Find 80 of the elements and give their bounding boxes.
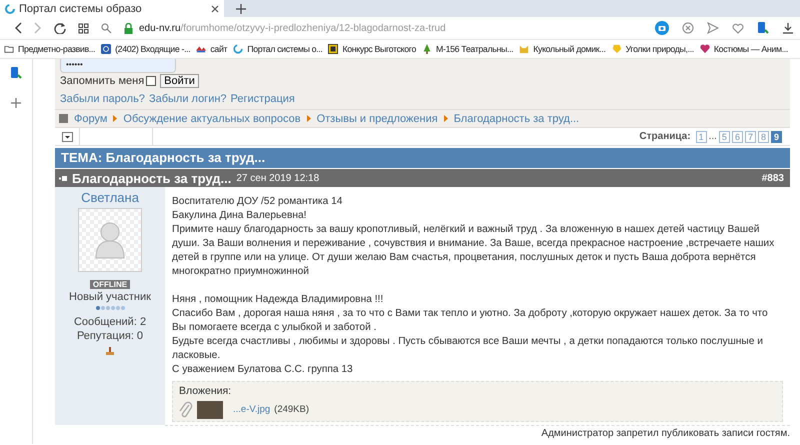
author-name[interactable]: Светлана	[81, 190, 139, 205]
close-icon[interactable]	[211, 4, 219, 12]
login-link[interactable]: Забыли пароль?	[60, 93, 145, 105]
breadcrumb-link[interactable]: Благодарность за труд...	[454, 112, 580, 124]
guest-notice: Администратор запретил публиковать записи гостям.	[165, 425, 790, 439]
remember-checkbox[interactable]	[146, 76, 156, 86]
heart-icon[interactable]	[732, 22, 744, 34]
post-number[interactable]: #883	[762, 172, 784, 184]
bookmark[interactable]: Костюмы — Аним...	[700, 44, 788, 54]
reload-icon[interactable]	[54, 22, 66, 34]
bullet-icon	[59, 176, 67, 180]
address-field[interactable]: edu-nv.ru/forumhome/otzyvy-i-predlozheniya/12-blagodarnost-za-trud	[139, 22, 643, 34]
heart-icon	[700, 44, 710, 54]
portal-icon	[233, 44, 244, 54]
post-text: Спасибо Вам , дорогая наша няня , за то что с Вами так тепло и уютно. За доброту ,которую окружает нашех деток. За то что Вы помогаете всегда с улыбкой и заботой .	[172, 307, 769, 335]
attachments-label: Вложения:	[179, 384, 232, 398]
browser-tab[interactable]: Портал системы образо	[0, 0, 224, 17]
cross-circle-icon[interactable]	[682, 22, 694, 34]
bookmark[interactable]: Портал системы о...	[233, 44, 322, 54]
password-field[interactable]: ••••••	[60, 59, 176, 73]
pagination-label: Страница:	[639, 131, 691, 142]
post-text: Примите нашу благодарность за вашу кропотливый, нелёгкий и важный труд . За вложенную в нашех детей частицу Вашей души. За Ваши волнения и переживание , сочувствия и внимание. За Ваше, всегда прекрасное настроение ,встречаете наших детей в группе или на улице. От души желаю Вам счастья, процветания, послушных деток и пусть Ваша доброта вернётся многократно приумножинной	[172, 223, 776, 279]
attachment-link[interactable]: ...e-V.jpg	[233, 403, 270, 417]
stamp-icon	[106, 347, 114, 356]
post-text: Воспитателю ДОУ /52 романтика 14	[172, 195, 344, 209]
square-icon	[59, 114, 68, 123]
camera-icon[interactable]	[655, 21, 669, 35]
arrow-icon	[306, 115, 311, 122]
post-date: 27 сен 2019 12:18	[236, 172, 320, 184]
bookmark[interactable]: (2402) Входящие -...	[101, 44, 190, 54]
bookmark[interactable]: сайт	[196, 44, 228, 54]
page-link[interactable]: 7	[744, 130, 756, 142]
login-link[interactable]: Забыли логин?	[148, 93, 227, 105]
bookmark[interactable]: М-156 Театральны...	[422, 44, 514, 54]
paperclip-icon	[179, 401, 193, 419]
post-text: Будьте всегда счастливы , любимы и здоровы . Пусть сбываются все Ваши мечты , а детки попадаются только послушные и ласковые.	[172, 335, 764, 363]
post-text: Бакулина Дина Валерьевна!	[172, 209, 308, 223]
breadcrumb-link[interactable]: Обсуждение актуальных вопросов	[123, 112, 301, 124]
post-title: Благодарность за труд...	[72, 170, 232, 186]
bookmark[interactable]: Кукольный домик...	[519, 44, 606, 54]
login-link[interactable]: Регистрация	[230, 93, 295, 105]
page-link[interactable]: 8	[758, 130, 769, 142]
message-count: Сообщений: 2	[74, 316, 146, 328]
grid-icon[interactable]	[78, 22, 89, 34]
square-icon	[328, 44, 338, 54]
bookmark[interactable]: Конкурс Выготского	[328, 44, 416, 54]
mail-icon	[101, 44, 112, 54]
download-icon[interactable]	[782, 22, 794, 34]
status-badge: OFFLINE	[90, 280, 130, 289]
send-icon[interactable]	[707, 22, 719, 34]
dropdown-icon[interactable]	[62, 132, 72, 142]
tree-icon	[422, 44, 432, 54]
reputation: Репутация: 0	[76, 330, 144, 342]
add-icon[interactable]	[11, 98, 21, 108]
arrow-icon	[113, 115, 118, 122]
user-rank: Новый участник	[69, 291, 151, 303]
bookmark[interactable]: Уголки природы,...	[612, 44, 694, 54]
file-size: (249KB)	[274, 403, 310, 417]
arrow-icon	[444, 115, 448, 122]
post-text: С уважением Булатова С.С. группа 13	[172, 363, 354, 377]
folder-icon	[4, 44, 14, 54]
login-button[interactable]: Войти	[160, 74, 199, 88]
pagination-ellipsis: ...	[708, 131, 717, 142]
translate-icon[interactable]	[10, 66, 22, 80]
new-tab-icon[interactable]	[236, 4, 246, 14]
page-link[interactable]: 9	[770, 130, 782, 142]
lock-icon	[124, 22, 133, 34]
remember-label: Запомнить меня	[60, 75, 144, 87]
extension-icon[interactable]	[757, 21, 769, 35]
bookmark[interactable]: Предметно-развив...	[4, 44, 96, 54]
image-thumbnail[interactable]	[197, 401, 223, 419]
breadcrumb-link[interactable]: Отзывы и предложения	[316, 112, 438, 124]
back-icon[interactable]	[14, 22, 22, 34]
topic-header: ТЕМА: Благодарность за труд...	[55, 148, 790, 168]
avatar-placeholder	[78, 208, 142, 272]
page-link[interactable]: 6	[732, 130, 743, 142]
page-link[interactable]: 5	[718, 130, 730, 142]
page-link[interactable]: 1	[696, 130, 707, 142]
breadcrumb-link[interactable]: Форум	[74, 112, 108, 124]
post-text: Няня , помощник Надежда Владимировна !!!	[172, 293, 384, 307]
